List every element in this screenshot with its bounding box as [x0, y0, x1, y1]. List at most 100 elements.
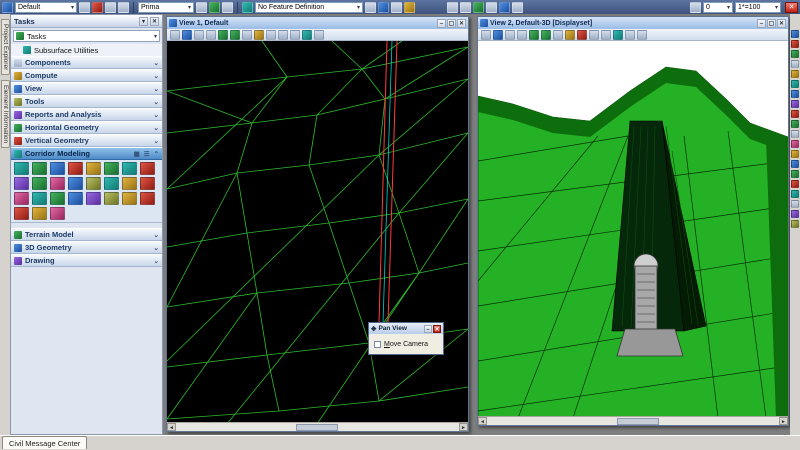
display-style-icon[interactable]: [493, 30, 503, 40]
corridor-tool-icon[interactable]: [86, 177, 101, 190]
view-previous-icon[interactable]: [278, 30, 288, 40]
corridor-tool-icon[interactable]: [14, 177, 29, 190]
corridor-tool-icon[interactable]: [68, 162, 83, 175]
section-tools[interactable]: Tools ⌄: [11, 95, 162, 108]
right-tool-icon[interactable]: [791, 200, 799, 208]
section-components[interactable]: Components ⌄: [11, 56, 162, 69]
section-reports-analysis[interactable]: Reports and Analysis ⌄: [11, 108, 162, 121]
corridor-tool-icon[interactable]: [122, 177, 137, 190]
section-terrain-model[interactable]: Terrain Model ⌄: [11, 228, 162, 241]
lock-icon[interactable]: [690, 2, 701, 13]
zoom-in-icon[interactable]: [218, 30, 228, 40]
corridor-tool-icon[interactable]: [68, 192, 83, 205]
zoom-out-icon[interactable]: [230, 30, 240, 40]
grid-view-icon[interactable]: ▦: [134, 150, 140, 158]
right-tool-icon[interactable]: [791, 140, 799, 148]
clip-volume-icon[interactable]: [314, 30, 324, 40]
rotate-view-icon[interactable]: [254, 30, 264, 40]
view-attributes-icon[interactable]: [170, 30, 180, 40]
section-vertical-geometry[interactable]: Vertical Geometry ⌄: [11, 134, 162, 147]
corridor-tool-icon[interactable]: [14, 207, 29, 220]
zoom-out-icon[interactable]: [541, 30, 551, 40]
view2-titlebar[interactable]: View 2, Default-3D [Displayset] – ▢ ✕: [478, 17, 788, 29]
class-icon[interactable]: [222, 2, 233, 13]
tab-element-information[interactable]: Element Information: [1, 80, 10, 148]
corridor-tool-icon[interactable]: [86, 192, 101, 205]
corridor-tool-icon[interactable]: [50, 177, 65, 190]
scroll-thumb[interactable]: [296, 424, 338, 431]
color-picker-icon[interactable]: [92, 2, 103, 13]
zoom-in-icon[interactable]: [529, 30, 539, 40]
corridor-tool-icon[interactable]: [104, 192, 119, 205]
section-view[interactable]: View ⌄: [11, 82, 162, 95]
copy-view-icon[interactable]: [302, 30, 312, 40]
section-horizontal-geometry[interactable]: Horizontal Geometry ⌄: [11, 121, 162, 134]
active-angle-spinner[interactable]: 0 ▾: [703, 2, 733, 13]
minimize-icon[interactable]: –: [757, 19, 766, 28]
selection-icon[interactable]: [460, 2, 471, 13]
copy-view-icon[interactable]: [613, 30, 623, 40]
active-scale-combo[interactable]: 1*=100 ▾: [735, 2, 781, 13]
right-tool-icon[interactable]: [791, 190, 799, 198]
corridor-tool-icon[interactable]: [68, 177, 83, 190]
right-tool-icon[interactable]: [791, 30, 799, 38]
display-style-icon[interactable]: [182, 30, 192, 40]
references-icon[interactable]: [486, 2, 497, 13]
corridor-tool-icon[interactable]: [140, 177, 155, 190]
clip-mask-icon[interactable]: [637, 30, 647, 40]
tasks-panel-titlebar[interactable]: Tasks ▾ ✕: [11, 15, 162, 28]
minimize-icon[interactable]: –: [424, 325, 432, 333]
right-tool-icon[interactable]: [791, 150, 799, 158]
tab-project-explorer[interactable]: Project Explorer: [1, 19, 10, 75]
corridor-tool-icon[interactable]: [32, 207, 47, 220]
right-tool-icon[interactable]: [791, 170, 799, 178]
corridor-tool-icon[interactable]: [32, 162, 47, 175]
scroll-thumb[interactable]: [617, 418, 659, 425]
adjust-brightness-icon[interactable]: [194, 30, 204, 40]
line-weight-icon[interactable]: [118, 2, 129, 13]
corridor-tool-icon[interactable]: [104, 162, 119, 175]
prima-combo[interactable]: Prima ▾: [138, 2, 194, 13]
priority-icon[interactable]: [209, 2, 220, 13]
raster-icon[interactable]: [499, 2, 510, 13]
corridor-tool-icon[interactable]: [32, 177, 47, 190]
right-tool-icon[interactable]: [791, 110, 799, 118]
right-tool-icon[interactable]: [791, 60, 799, 68]
level-manager-icon[interactable]: [79, 2, 90, 13]
right-tool-icon[interactable]: [791, 210, 799, 218]
view1-canvas[interactable]: A: [167, 41, 468, 422]
app-menu-icon[interactable]: [2, 2, 13, 13]
view-attributes-icon[interactable]: [481, 30, 491, 40]
corridor-tool-icon[interactable]: [32, 192, 47, 205]
section-drawing[interactable]: Drawing ⌄: [11, 254, 162, 267]
right-tool-icon[interactable]: [791, 220, 799, 228]
scroll-left-icon[interactable]: ◄: [478, 417, 487, 425]
update-view-icon[interactable]: [206, 30, 216, 40]
view-next-icon[interactable]: [290, 30, 300, 40]
right-tool-icon[interactable]: [791, 100, 799, 108]
scroll-left-icon[interactable]: ◄: [167, 423, 176, 431]
transparency-icon[interactable]: [196, 2, 207, 13]
line-style-icon[interactable]: [105, 2, 116, 13]
view-menu-icon[interactable]: [480, 19, 488, 27]
right-tool-icon[interactable]: [791, 130, 799, 138]
maximize-icon[interactable]: ▢: [447, 19, 456, 28]
right-tool-icon[interactable]: [791, 160, 799, 168]
fly-icon[interactable]: [601, 30, 611, 40]
design-standards-icon[interactable]: [404, 2, 415, 13]
right-tool-icon[interactable]: [791, 90, 799, 98]
scroll-right-icon[interactable]: ►: [459, 423, 468, 431]
view-menu-icon[interactable]: [169, 19, 177, 27]
pan-view-titlebar[interactable]: ✥ Pan View – ✕: [369, 323, 443, 334]
pan-view-icon[interactable]: [577, 30, 587, 40]
corridor-tool-icon[interactable]: [104, 177, 119, 190]
maximize-icon[interactable]: ▢: [767, 19, 776, 28]
corridor-tool-icon[interactable]: [140, 192, 155, 205]
active-level-combo[interactable]: Default ▾: [15, 2, 77, 13]
minimize-icon[interactable]: –: [437, 19, 446, 28]
tasks-root-combo[interactable]: Tasks ▾: [13, 30, 160, 42]
section-compute[interactable]: Compute ⌄: [11, 69, 162, 82]
models-icon[interactable]: [473, 2, 484, 13]
list-view-icon[interactable]: ☰: [144, 150, 150, 158]
right-tool-icon[interactable]: [791, 80, 799, 88]
